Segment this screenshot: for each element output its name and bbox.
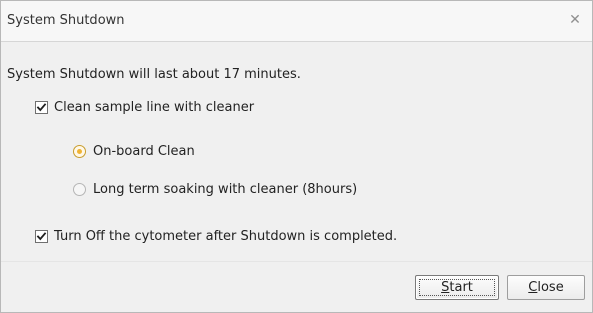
- long-term-soaking-option[interactable]: Long term soaking with cleaner (8hours): [73, 182, 357, 197]
- dialog-titlebar: System Shutdown ✕: [1, 1, 592, 42]
- checkmark-icon: [36, 232, 47, 241]
- close-mnemonic: C: [528, 280, 538, 295]
- radio-selected-icon[interactable]: [73, 145, 86, 158]
- close-button[interactable]: Close: [507, 275, 585, 300]
- start-label-rest: tart: [449, 280, 473, 295]
- radio-unselected-icon[interactable]: [73, 183, 86, 196]
- shutdown-duration-message: System Shutdown will last about 17 minut…: [7, 67, 301, 82]
- clean-sample-line-option[interactable]: Clean sample line with cleaner: [35, 100, 254, 115]
- dialog-content: System Shutdown will last about 17 minut…: [1, 43, 592, 312]
- turn-off-cytometer-label: Turn Off the cytometer after Shutdown is…: [54, 229, 398, 244]
- long-term-soaking-label: Long term soaking with cleaner (8hours): [93, 182, 358, 197]
- close-icon[interactable]: ✕: [566, 11, 584, 29]
- onboard-clean-option[interactable]: On-board Clean: [73, 144, 195, 159]
- check-icon[interactable]: [35, 101, 48, 114]
- dialog-title: System Shutdown: [7, 13, 125, 28]
- clean-sample-line-label: Clean sample line with cleaner: [54, 100, 255, 115]
- system-shutdown-dialog: System Shutdown ✕ System Shutdown will l…: [0, 0, 593, 313]
- button-area-divider: [1, 261, 592, 262]
- checkmark-icon: [36, 103, 47, 112]
- turn-off-cytometer-option[interactable]: Turn Off the cytometer after Shutdown is…: [35, 229, 397, 244]
- start-button[interactable]: Start: [415, 275, 499, 300]
- close-label-rest: lose: [537, 280, 564, 295]
- check-icon[interactable]: [35, 230, 48, 243]
- onboard-clean-label: On-board Clean: [93, 144, 195, 159]
